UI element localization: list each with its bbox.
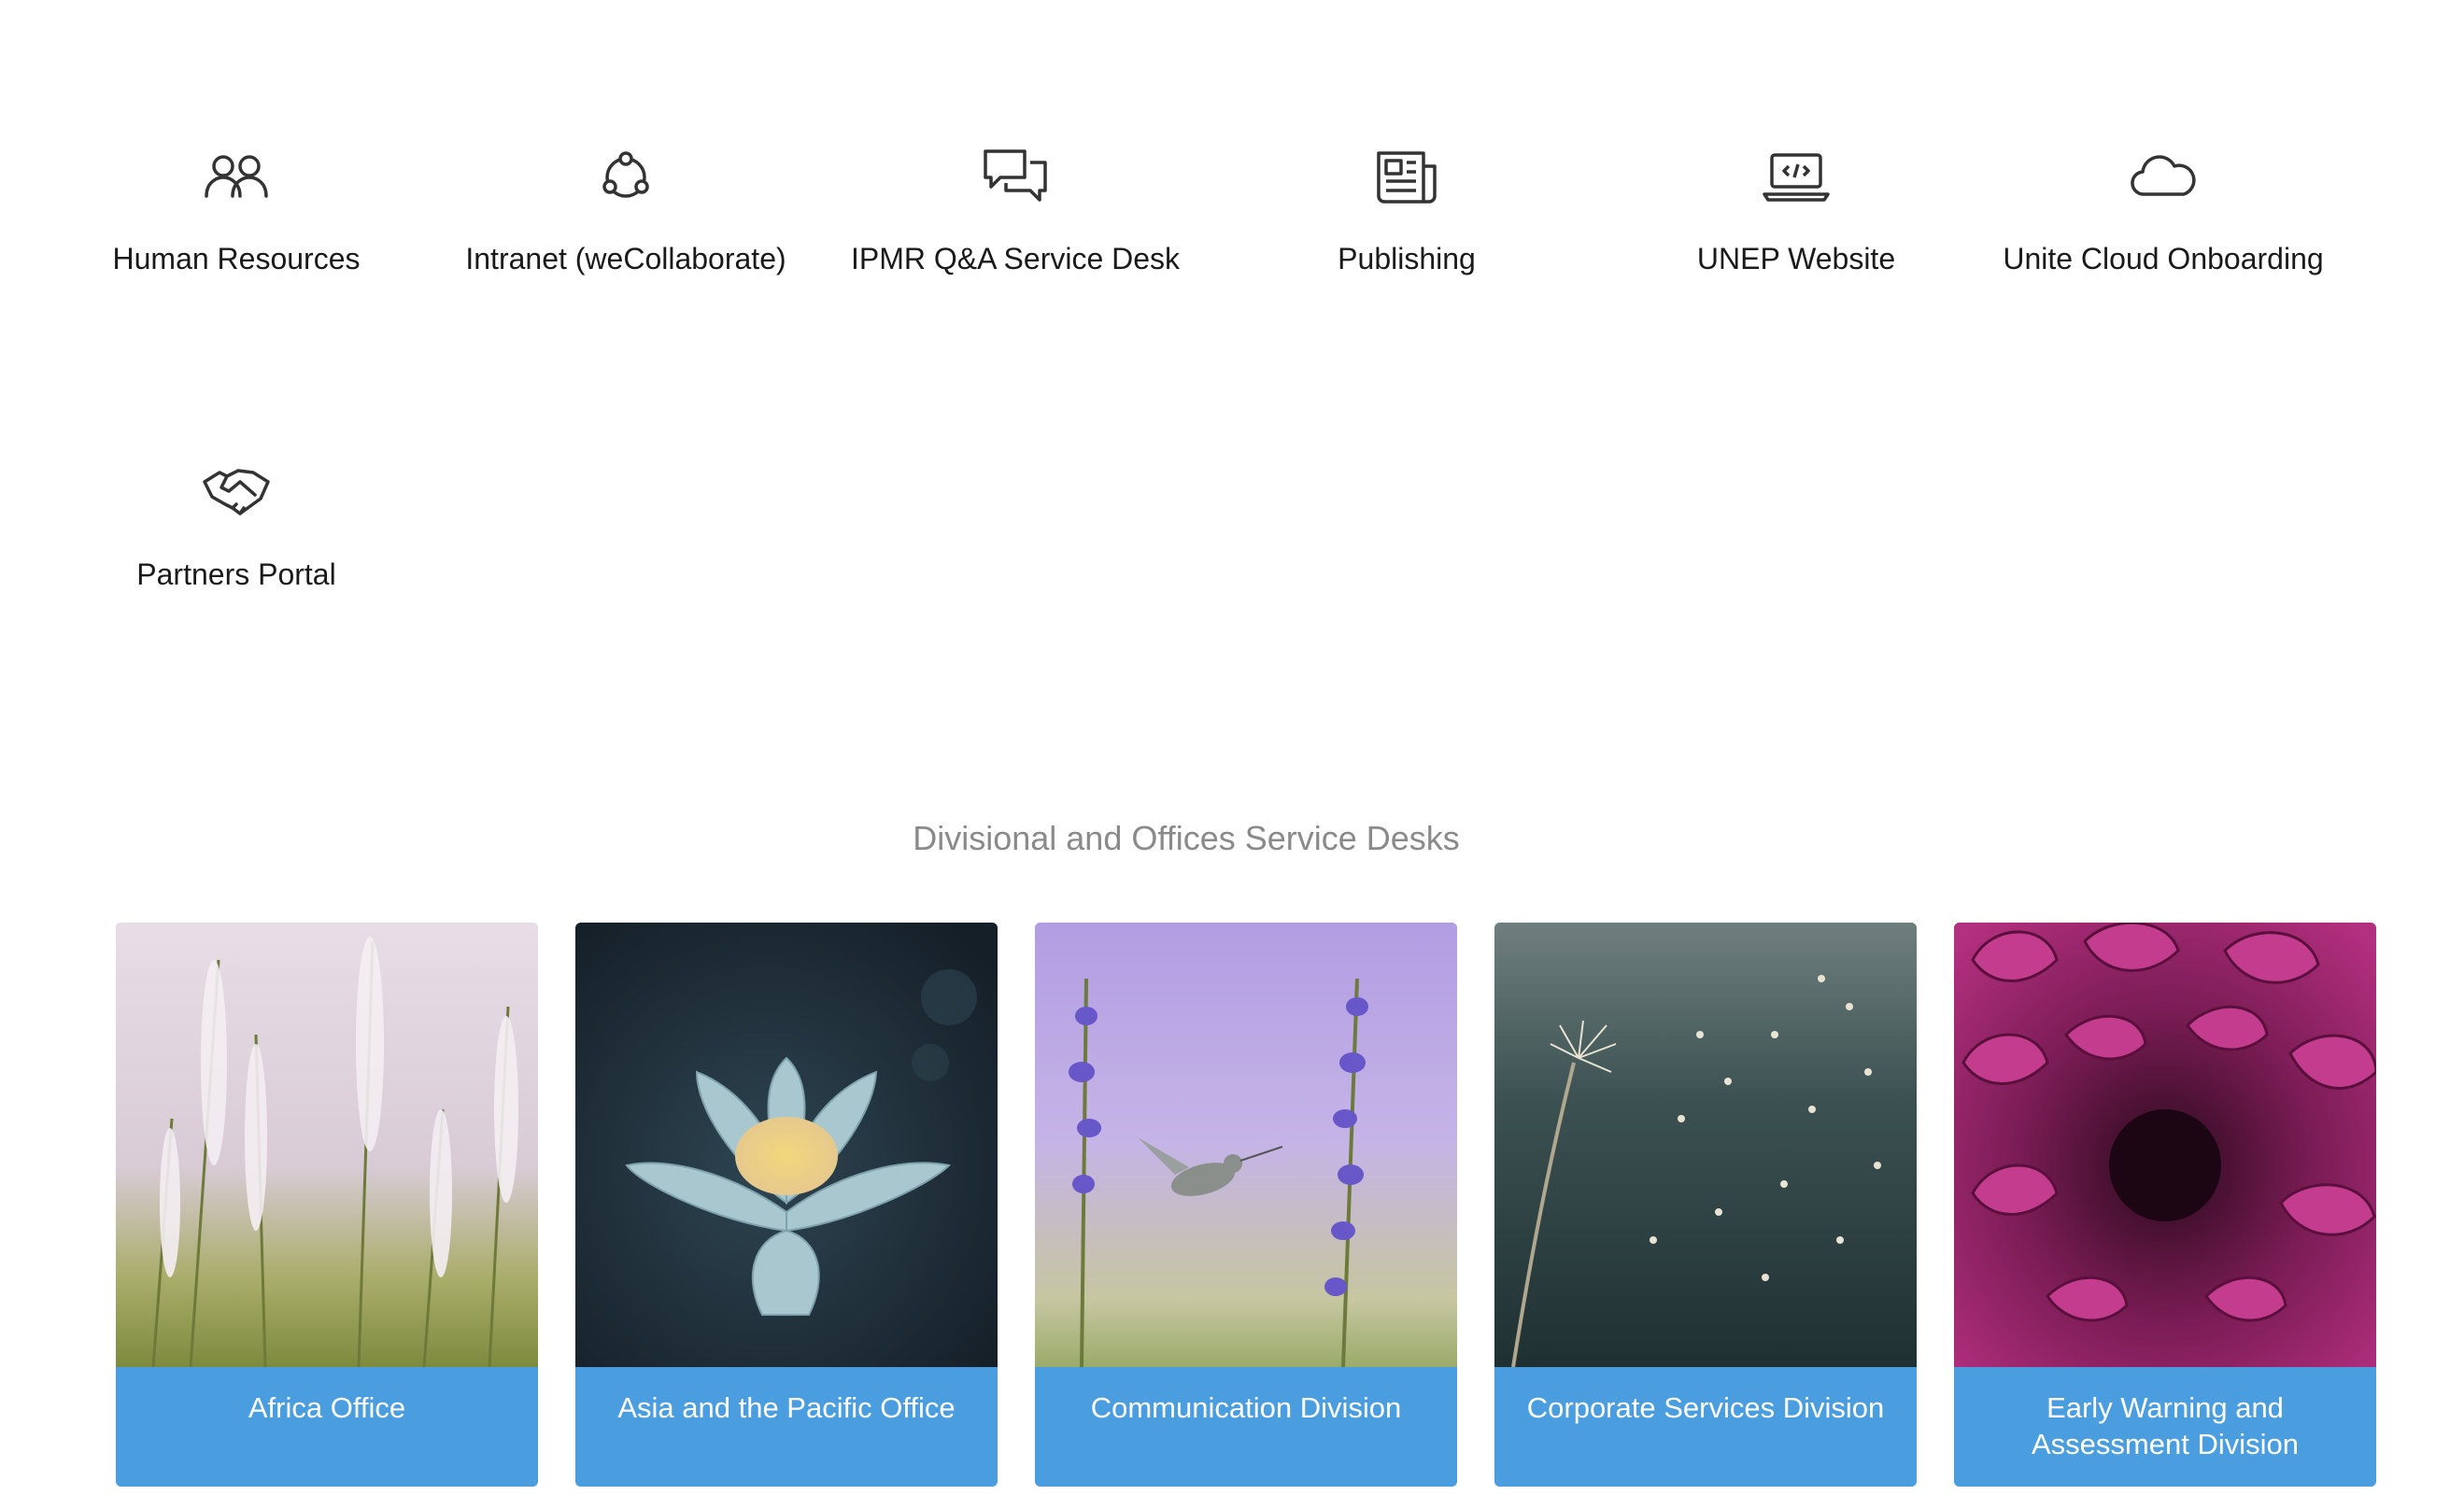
network-icon <box>588 140 663 215</box>
service-publishing[interactable]: Publishing <box>1239 140 1575 280</box>
communication-division-image <box>1035 923 1457 1367</box>
service-partners-portal[interactable]: Partners Portal <box>68 456 404 596</box>
service-label: Publishing <box>1338 242 1476 275</box>
card-caption: Asia and the Pacific Office <box>575 1367 998 1487</box>
service-human-resources[interactable]: Human Resources <box>68 140 404 280</box>
africa-office-image <box>116 923 538 1367</box>
card-caption: Corporate Services Division <box>1494 1367 1917 1487</box>
chat-bubbles-icon <box>978 140 1053 215</box>
service-label: IPMR Q&A Service Desk <box>850 242 1181 275</box>
service-label: Human Resources <box>112 242 361 275</box>
division-card-asia-pacific[interactable]: Asia and the Pacific Office <box>575 923 998 1487</box>
handshake-icon <box>199 456 274 530</box>
newspaper-icon <box>1369 140 1444 215</box>
division-card-early-warning[interactable]: Early Warning and Assessment Division <box>1954 923 2376 1487</box>
early-warning-division-image <box>1954 923 2376 1367</box>
service-ipmr-qa[interactable]: IPMR Q&A Service Desk <box>847 140 1183 280</box>
division-card-corporate-services[interactable]: Corporate Services Division <box>1494 923 1917 1487</box>
service-unep-website[interactable]: UNEP Website <box>1628 140 1964 280</box>
corporate-services-division-image <box>1494 923 1917 1367</box>
laptop-code-icon <box>1759 140 1834 215</box>
card-caption: Communication Division <box>1035 1367 1457 1487</box>
service-intranet[interactable]: Intranet (weCollaborate) <box>458 140 794 280</box>
card-caption: Early Warning and Assessment Division <box>1954 1367 2376 1487</box>
users-icon <box>199 140 274 215</box>
service-unite-cloud[interactable]: Unite Cloud Onboarding <box>1995 140 2331 280</box>
card-caption: Africa Office <box>116 1367 538 1487</box>
service-label: UNEP Website <box>1696 242 1896 275</box>
division-card-communication[interactable]: Communication Division <box>1035 923 1457 1487</box>
cloud-icon <box>2126 140 2201 215</box>
section-title: Divisional and Offices Service Desks <box>913 819 1460 857</box>
asia-pacific-office-image <box>575 923 998 1367</box>
service-label: Intranet (weCollaborate) <box>465 242 786 275</box>
service-label: Partners Portal <box>136 557 336 591</box>
service-label: Unite Cloud Onboarding <box>2003 242 2324 275</box>
division-card-africa[interactable]: Africa Office <box>116 923 538 1487</box>
